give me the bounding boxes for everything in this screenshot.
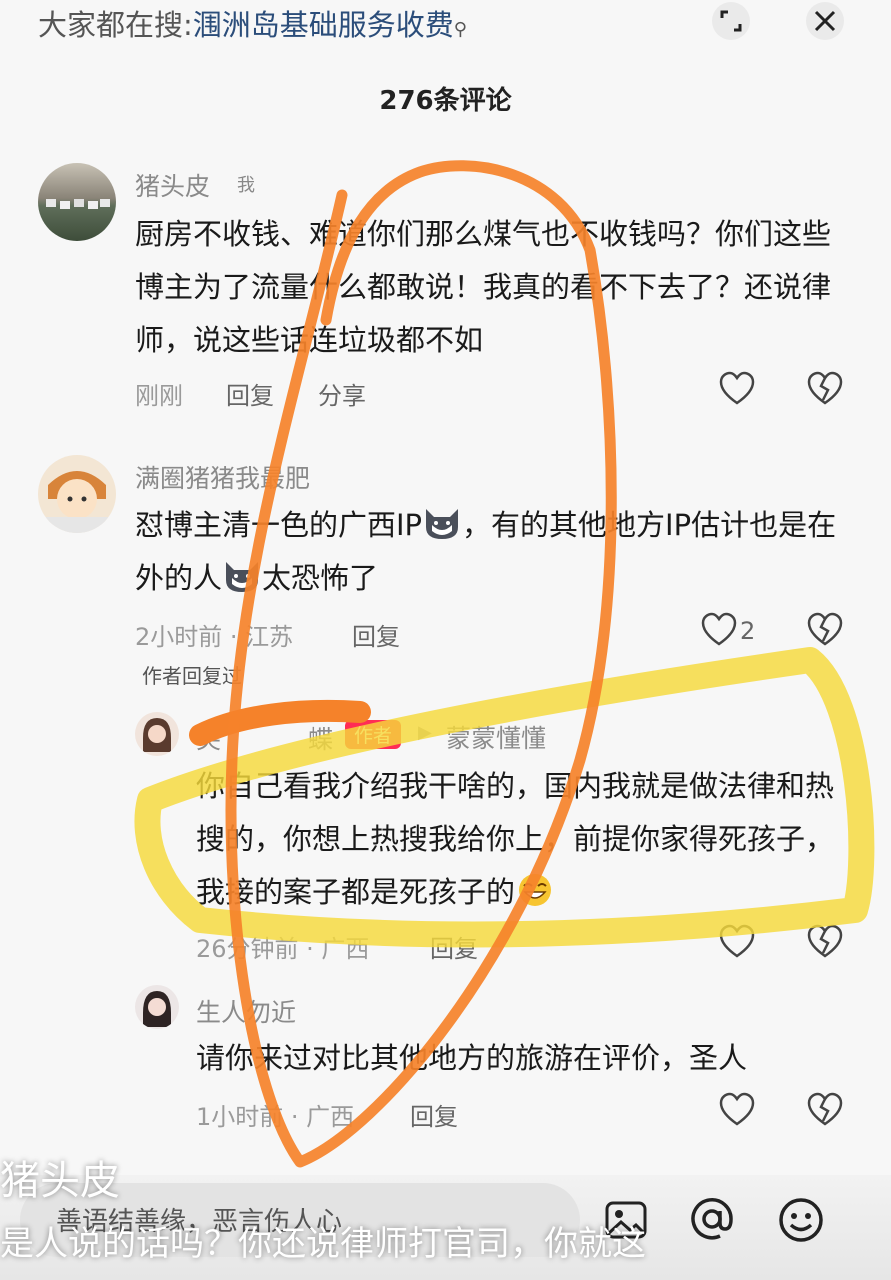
video-caption: 是人说的话吗？你还说律师打官司，你就这	[0, 1224, 646, 1264]
like-icon[interactable]	[718, 923, 756, 961]
like-icon[interactable]	[718, 1091, 756, 1129]
comment-text: 怼博主清一色的广西IP ，有的其他地方IP估计也是在外的人 太恐怖了	[135, 499, 855, 605]
avatar[interactable]	[135, 985, 179, 1029]
search-suggestion[interactable]: 大家都在搜:涠洲岛基础服务收费⚲	[38, 2, 467, 44]
author-badge: 作者	[345, 720, 402, 749]
share-button[interactable]: 分享	[318, 376, 366, 411]
comment-text: 你自己看我介绍我干啥的，国内我就是做法律和热搜的，你想上热搜我给你上，前提你家得…	[196, 760, 846, 919]
reply-button[interactable]: 回复	[430, 929, 478, 964]
reply-username[interactable]: 尖	[196, 720, 221, 756]
comment-text: 厨房不收钱、难道你们那么煤气也不收钱吗？你们这些博主为了流量什么都敢说！我真的看…	[135, 217, 832, 357]
orange-redaction-mark	[189, 699, 371, 746]
comment-text: 请你来过对比其他地方的旅游在评价，圣人	[196, 1041, 748, 1075]
dislike-icon[interactable]	[806, 370, 844, 408]
reply-button[interactable]: 回复	[226, 376, 274, 411]
dislike-icon[interactable]	[806, 611, 844, 649]
comment-text-part: 太恐怖了	[262, 561, 379, 595]
search-icon: ⚲	[453, 19, 467, 40]
dislike-icon[interactable]	[806, 1091, 844, 1129]
comment-time-location: 1小时前 · 广西	[196, 1103, 355, 1131]
hand-annotations	[134, 160, 875, 1168]
search-suggestion-term[interactable]: 涠洲岛基础服务收费	[193, 8, 454, 42]
mention-icon[interactable]	[690, 1197, 734, 1241]
reply-to-username[interactable]: 蒙蒙懂懂	[446, 719, 546, 755]
avatar[interactable]	[135, 712, 179, 756]
reply-username[interactable]: 生人勿近	[196, 993, 296, 1029]
close-button[interactable]	[806, 2, 844, 40]
like-icon[interactable]	[718, 370, 756, 408]
reply-button[interactable]: 回复	[352, 617, 400, 652]
search-suggestion-label: 大家都在搜:	[38, 8, 193, 42]
video-author-name: 猪头皮	[0, 1158, 120, 1204]
expand-button[interactable]	[712, 2, 750, 40]
author-replied-label: 作者回复过	[142, 664, 242, 688]
avatar[interactable]	[38, 163, 116, 241]
comment-username[interactable]: 满圈猪猪我最肥	[135, 459, 310, 495]
comment-time-location: 2小时前 · 江苏	[135, 623, 294, 651]
comment-count: 276条评论	[379, 86, 512, 116]
reply-arrow-icon: ▶	[418, 722, 432, 743]
reply-username-tail: 蝶	[308, 725, 334, 754]
like-icon[interactable]	[700, 611, 738, 649]
comment-time-location: 26分钟前 · 广西	[196, 935, 370, 963]
laugh-emoji-icon	[519, 874, 552, 906]
top-bar: 大家都在搜:涠洲岛基础服务收费⚲	[0, 0, 891, 50]
like-count: 2	[740, 617, 756, 645]
reply-button[interactable]: 回复	[410, 1097, 458, 1132]
close-icon	[814, 10, 836, 32]
avatar[interactable]	[38, 455, 116, 533]
comment-text-part: 怼博主清一色的广西IP	[135, 508, 423, 542]
dislike-icon[interactable]	[806, 923, 844, 961]
expand-icon	[720, 10, 742, 32]
comment-time: 刚刚	[135, 382, 183, 410]
cat-emoji-icon	[426, 509, 459, 539]
emoji-icon[interactable]	[778, 1197, 824, 1243]
cat-emoji-icon	[226, 562, 259, 592]
comment-username[interactable]: 猪头皮	[135, 167, 210, 203]
self-tag: 我	[237, 175, 255, 196]
